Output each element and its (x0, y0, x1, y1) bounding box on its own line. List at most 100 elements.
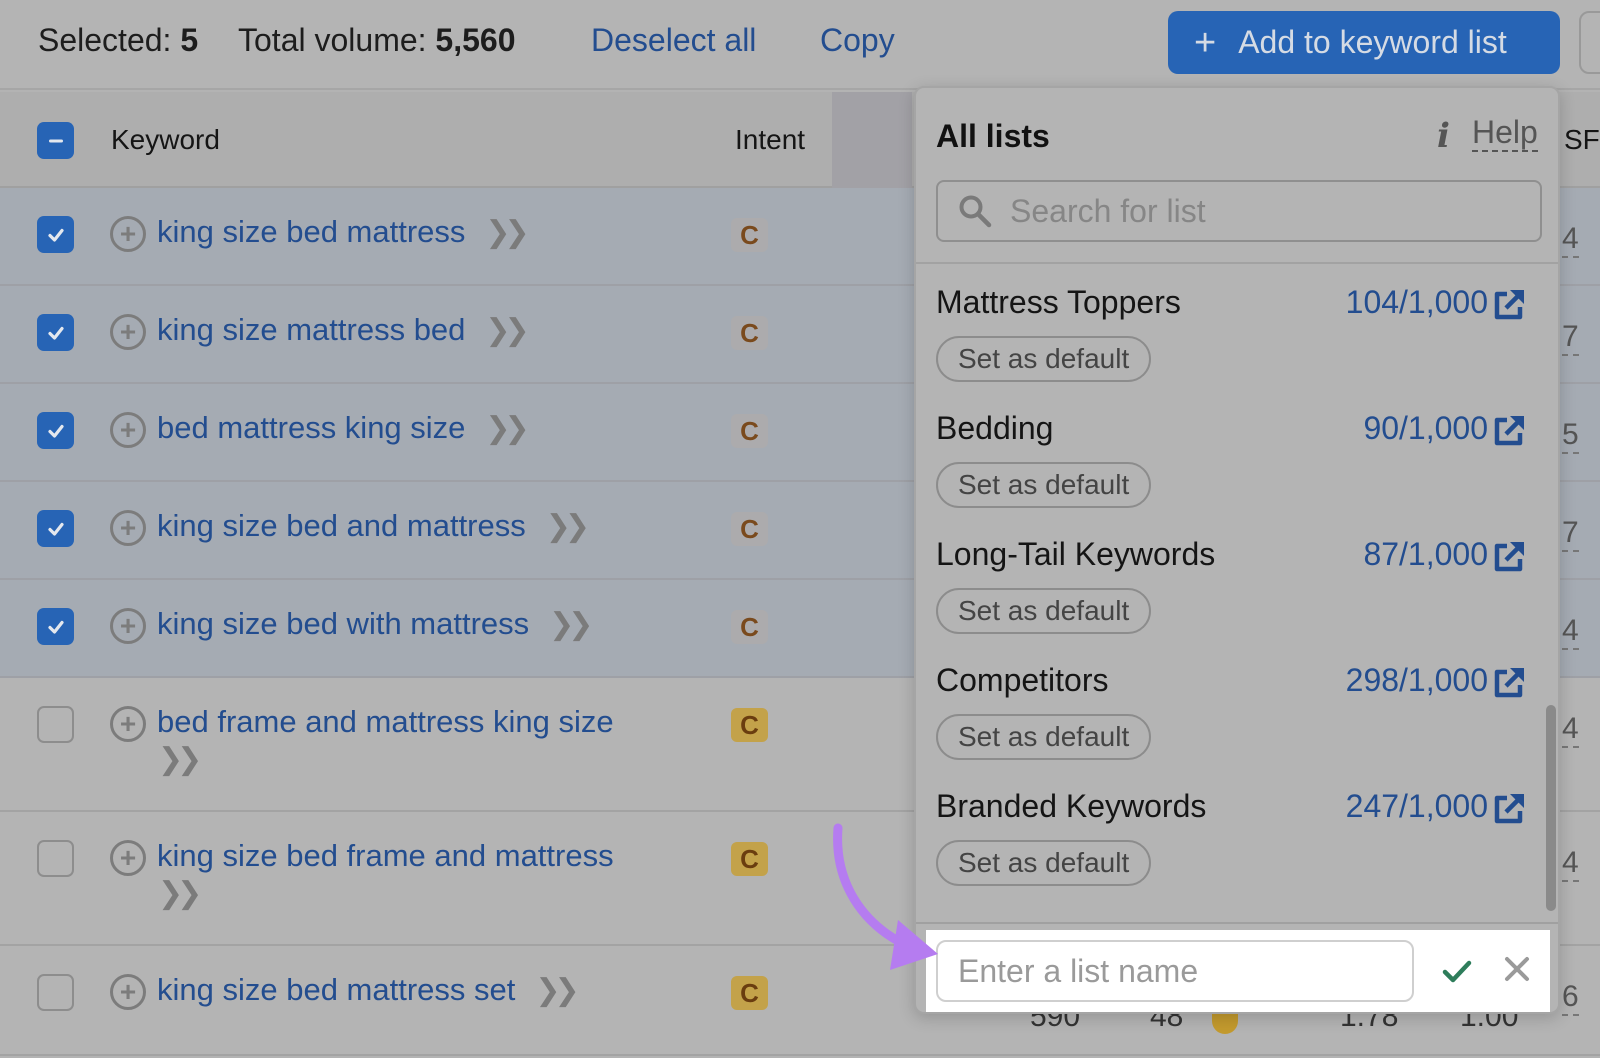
row-checkbox[interactable] (37, 974, 74, 1011)
divider (916, 922, 1558, 924)
volume-value: 5,560 (435, 22, 516, 58)
intent-badge: C (731, 512, 768, 546)
list-name[interactable]: Long-Tail Keywords (936, 536, 1215, 573)
double-chevron-icon[interactable]: ❯❯ (485, 216, 529, 249)
external-link-icon[interactable] (1492, 792, 1526, 826)
deselect-all-link[interactable]: Deselect all (591, 22, 756, 59)
check-icon (47, 620, 64, 634)
sf-cell[interactable]: 7 (1562, 518, 1579, 552)
external-link-icon[interactable] (1492, 288, 1526, 322)
intent-badge: C (731, 708, 768, 742)
set-as-default-button[interactable]: Set as default (936, 840, 1152, 886)
double-chevron-icon[interactable]: ❯❯ (158, 742, 202, 777)
list-name[interactable]: Competitors (936, 662, 1109, 699)
keyword-text: bed mattress king size (157, 410, 466, 445)
keyword-link[interactable]: king size bed mattress set ❯❯ (157, 972, 580, 1008)
keyword-link[interactable]: bed frame and mattress king size (157, 704, 614, 740)
list-count[interactable]: 104/1,000 (1346, 284, 1488, 321)
keyword-link[interactable]: king size bed frame and mattress (157, 838, 614, 874)
search-icon (959, 195, 992, 228)
sf-cell[interactable]: 4 (1562, 714, 1579, 748)
double-chevron-icon[interactable]: ❯❯ (485, 412, 529, 445)
new-list-form (926, 930, 1550, 1012)
add-to-keyword-list-button[interactable]: + Add to keyword list (1168, 11, 1560, 74)
keyword-list-item[interactable]: Long-Tail Keywords 87/1,000 Set as default (936, 536, 1536, 662)
add-keyword-icon[interactable]: + (110, 510, 146, 546)
sf-cell[interactable]: 5 (1562, 420, 1579, 454)
set-as-default-button[interactable]: Set as default (936, 336, 1152, 382)
column-sf[interactable]: SF (1564, 124, 1600, 156)
intent-badge: C (731, 976, 768, 1010)
add-keyword-icon[interactable]: + (110, 608, 146, 644)
keyword-link[interactable]: bed mattress king size ❯❯ (157, 410, 530, 446)
list-count[interactable]: 298/1,000 (1346, 662, 1488, 699)
keyword-list-item[interactable]: Bedding 90/1,000 Set as default (936, 410, 1536, 536)
double-chevron-icon[interactable]: ❯❯ (535, 974, 579, 1007)
keyword-link[interactable]: king size bed mattress ❯❯ (157, 214, 530, 250)
sf-cell[interactable]: 4 (1562, 224, 1579, 258)
list-name[interactable]: Bedding (936, 410, 1053, 447)
intent-badge: C (731, 414, 768, 448)
set-as-default-button[interactable]: Set as default (936, 714, 1152, 760)
double-chevron-icon[interactable]: ❯❯ (549, 608, 593, 641)
double-chevron-icon[interactable]: ❯❯ (485, 314, 529, 347)
list-search-input[interactable] (1010, 192, 1530, 230)
list-search-field[interactable] (936, 180, 1542, 242)
check-icon (47, 228, 64, 242)
intent-badge: C (731, 218, 768, 252)
keyword-list-item[interactable]: Branded Keywords 247/1,000 Set as default (936, 788, 1536, 914)
check-icon (47, 522, 64, 536)
add-keyword-icon[interactable]: + (110, 314, 146, 350)
intent-badge: C (731, 610, 768, 644)
volume-label: Total volume: (238, 22, 427, 58)
new-list-name-input[interactable] (936, 940, 1414, 1002)
row-checkbox[interactable] (37, 840, 74, 877)
row-checkbox[interactable] (37, 608, 74, 645)
sf-cell[interactable]: 6 (1562, 982, 1579, 1016)
column-intent[interactable]: Intent (735, 124, 805, 156)
copy-link[interactable]: Copy (820, 22, 895, 59)
list-name[interactable]: Mattress Toppers (936, 284, 1181, 321)
add-keyword-icon[interactable]: + (110, 216, 146, 252)
list-count[interactable]: 87/1,000 (1363, 536, 1488, 573)
confirm-check-icon[interactable] (1440, 954, 1474, 988)
minus-icon (48, 139, 63, 142)
keyword-list-item[interactable]: Mattress Toppers 104/1,000 Set as default (936, 284, 1536, 410)
list-name[interactable]: Branded Keywords (936, 788, 1206, 825)
select-all-checkbox[interactable] (37, 122, 74, 159)
cancel-close-icon[interactable] (1502, 954, 1532, 984)
double-chevron-icon[interactable]: ❯❯ (546, 510, 590, 543)
add-keyword-icon[interactable]: + (110, 412, 146, 448)
row-checkbox[interactable] (37, 314, 74, 351)
keyword-link[interactable]: king size mattress bed ❯❯ (157, 312, 530, 348)
keyword-text: king size mattress bed (157, 312, 466, 347)
column-keyword[interactable]: Keyword (111, 124, 220, 156)
add-keyword-icon[interactable]: + (110, 706, 146, 742)
more-button[interactable] (1579, 11, 1600, 74)
set-as-default-button[interactable]: Set as default (936, 462, 1152, 508)
sf-cell[interactable]: 7 (1562, 322, 1579, 356)
set-as-default-button[interactable]: Set as default (936, 588, 1152, 634)
scrollbar[interactable] (1546, 705, 1556, 911)
list-count[interactable]: 247/1,000 (1346, 788, 1488, 825)
row-checkbox[interactable] (37, 216, 74, 253)
add-keyword-icon[interactable]: + (110, 974, 146, 1010)
check-icon (47, 424, 64, 438)
row-checkbox[interactable] (37, 412, 74, 449)
keyword-text: king size bed with mattress (157, 606, 530, 641)
external-link-icon[interactable] (1492, 540, 1526, 574)
keyword-link[interactable]: king size bed and mattress ❯❯ (157, 508, 590, 544)
external-link-icon[interactable] (1492, 666, 1526, 700)
external-link-icon[interactable] (1492, 414, 1526, 448)
help-link[interactable]: Help (1472, 115, 1538, 152)
row-checkbox[interactable] (37, 706, 74, 743)
keyword-list-item[interactable]: Competitors 298/1,000 Set as default (936, 662, 1536, 788)
list-count[interactable]: 90/1,000 (1363, 410, 1488, 447)
sf-cell[interactable]: 4 (1562, 848, 1579, 882)
sf-cell[interactable]: 4 (1562, 616, 1579, 650)
row-checkbox[interactable] (37, 510, 74, 547)
selection-toolbar: Selected: 5 Total volume: 5,560 Deselect… (0, 0, 1600, 90)
keyword-link[interactable]: king size bed with mattress ❯❯ (157, 606, 593, 642)
add-keyword-icon[interactable]: + (110, 840, 146, 876)
double-chevron-icon[interactable]: ❯❯ (158, 876, 202, 911)
